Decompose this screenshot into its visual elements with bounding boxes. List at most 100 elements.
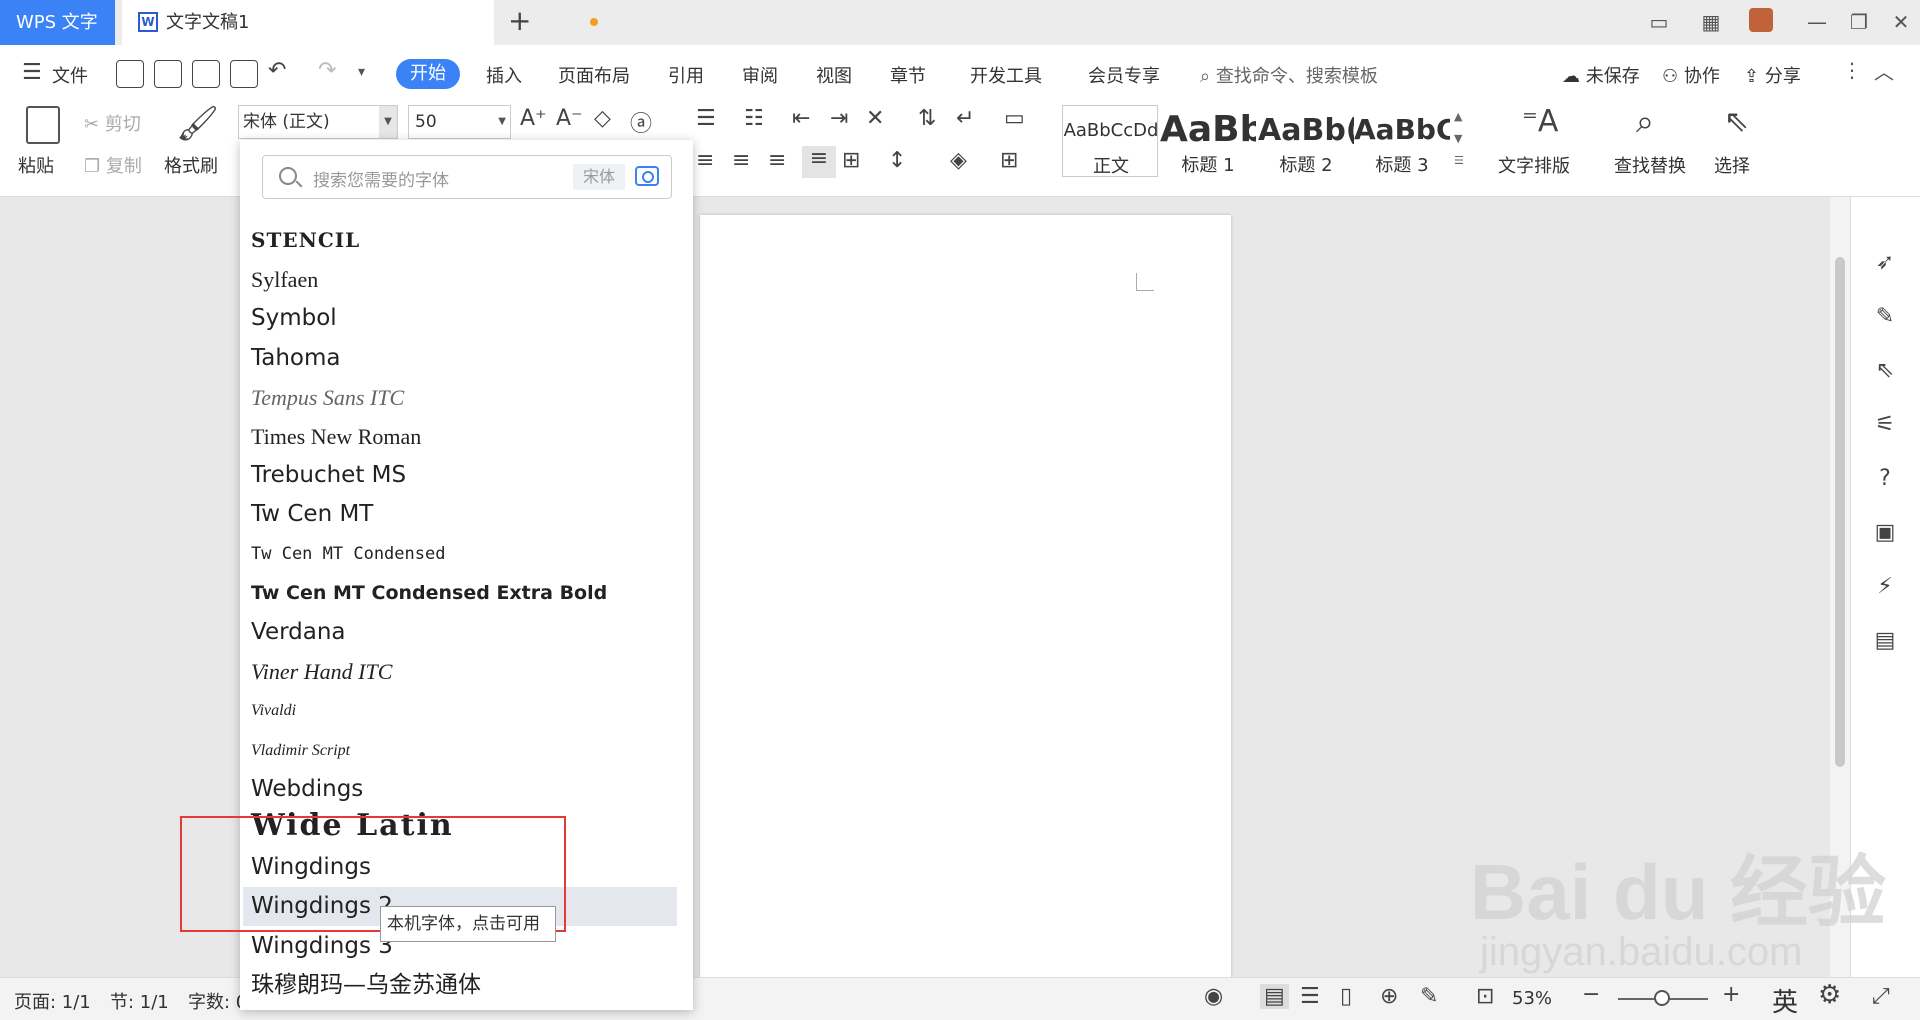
zoom-out-icon[interactable]: − bbox=[1582, 982, 1600, 1007]
decrease-indent-icon[interactable]: ⇤ bbox=[792, 106, 810, 131]
font-size-select[interactable]: 50 ▼ bbox=[408, 105, 511, 139]
camera-icon[interactable] bbox=[635, 166, 659, 186]
numbered-list-icon[interactable]: ☷ bbox=[744, 106, 764, 131]
find-replace-icon[interactable]: ⌕ bbox=[1636, 102, 1654, 141]
increase-indent-icon[interactable]: ⇥ bbox=[830, 106, 848, 131]
sliders-icon[interactable]: ⚟ bbox=[1872, 412, 1898, 438]
shading-icon[interactable]: ◈ bbox=[950, 148, 967, 173]
grid-icon[interactable]: ▦ bbox=[1694, 8, 1728, 36]
zoom-level[interactable]: 53% bbox=[1512, 988, 1552, 1009]
align-right-icon[interactable]: ≡ bbox=[768, 148, 786, 173]
more-icon[interactable]: ⋮ bbox=[1842, 58, 1862, 82]
lightning-icon[interactable]: ⚡ bbox=[1872, 574, 1898, 600]
eye-protect-icon[interactable]: ◉ bbox=[1204, 984, 1223, 1009]
redo-icon[interactable]: ↷ bbox=[318, 58, 336, 83]
grow-font-icon[interactable]: A⁺ bbox=[520, 106, 547, 131]
status-words[interactable]: 字数: 0 bbox=[188, 988, 242, 1014]
status-page[interactable]: 页面: 1/1 bbox=[14, 988, 91, 1014]
menu-file[interactable]: 文件 bbox=[52, 62, 88, 88]
menu-review[interactable]: 审阅 bbox=[742, 62, 778, 88]
pointer-icon[interactable]: ⇖ bbox=[1872, 358, 1898, 384]
style-heading2[interactable]: AaBb( 标题 2 bbox=[1258, 105, 1354, 177]
font-name-arrow-icon[interactable]: ▼ bbox=[379, 106, 397, 138]
save-icon[interactable] bbox=[116, 60, 144, 88]
fullscreen-icon[interactable]: ⤢ bbox=[1872, 984, 1890, 1009]
font-list-item[interactable]: Verdana bbox=[243, 613, 677, 652]
restore-icon[interactable]: ❐ bbox=[1842, 8, 1876, 36]
new-tab-button[interactable]: + bbox=[508, 4, 531, 37]
style-heading3[interactable]: AaBbC 标题 3 bbox=[1354, 105, 1450, 177]
share-button[interactable]: ⇪ 分享 bbox=[1744, 62, 1801, 88]
ime-indicator[interactable]: 英 bbox=[1772, 982, 1798, 1019]
outline-view-icon[interactable]: ☰ bbox=[1300, 984, 1320, 1009]
bullet-list-icon[interactable]: ☰ bbox=[696, 106, 716, 131]
select-cursor-icon[interactable]: ⇖ bbox=[1724, 104, 1749, 139]
tab-wps-home[interactable]: WPS 文字 bbox=[0, 0, 115, 45]
help-icon[interactable]: ? bbox=[1872, 466, 1898, 492]
paste-button[interactable]: 粘贴 bbox=[18, 152, 54, 178]
font-list-item[interactable]: Vladimir Script bbox=[243, 731, 677, 770]
font-search-input[interactable]: 搜索您需要的字体 宋体 bbox=[262, 155, 672, 199]
format-painter-button[interactable]: 格式刷 bbox=[164, 152, 218, 178]
ruler-icon[interactable]: ▭ bbox=[1004, 106, 1025, 131]
unsaved-button[interactable]: ☁ 未保存 bbox=[1562, 62, 1640, 88]
font-list-item[interactable]: Tw Cen MT bbox=[243, 495, 677, 534]
write-mode-icon[interactable]: ✎ bbox=[1420, 984, 1438, 1009]
image-tool-icon[interactable]: ▣ bbox=[1872, 520, 1898, 546]
sort-icon[interactable]: ⇅ bbox=[918, 106, 936, 131]
status-section[interactable]: 节: 1/1 bbox=[110, 988, 169, 1014]
document-page[interactable] bbox=[700, 215, 1231, 1020]
font-list-item[interactable]: Tw Cen MT Condensed bbox=[243, 535, 677, 574]
menu-developer[interactable]: 开发工具 bbox=[970, 62, 1042, 88]
font-list-item[interactable]: Tahoma bbox=[243, 339, 677, 378]
undo-icon[interactable]: ↶ bbox=[268, 58, 286, 83]
print-preview-icon[interactable] bbox=[230, 60, 258, 88]
menu-home[interactable]: 开始 bbox=[396, 59, 460, 89]
shrink-font-icon[interactable]: A⁻ bbox=[556, 106, 583, 131]
show-marks-icon[interactable]: ↵ bbox=[956, 106, 974, 131]
line-spacing-icon[interactable]: ↕ bbox=[888, 148, 906, 173]
layout-icon[interactable]: ▭ bbox=[1642, 8, 1676, 36]
menu-insert[interactable]: 插入 bbox=[486, 62, 522, 88]
avatar[interactable] bbox=[1744, 8, 1778, 36]
font-list-item[interactable]: Viner Hand ITC bbox=[243, 652, 677, 691]
scrollbar-thumb[interactable] bbox=[1835, 257, 1845, 767]
copy-button[interactable]: ❐ 复制 bbox=[84, 152, 142, 178]
font-list-item[interactable]: Symbol bbox=[243, 299, 677, 338]
font-list-item[interactable]: Tw Cen MT Condensed Extra Bold bbox=[243, 574, 677, 613]
format-painter-icon[interactable]: 🖌 bbox=[176, 104, 219, 144]
rocket-icon[interactable]: ➶ bbox=[1872, 250, 1898, 276]
font-list-item[interactable]: Webdings bbox=[243, 770, 677, 809]
font-list-item[interactable]: Sylfaen bbox=[243, 260, 677, 299]
reading-view-icon[interactable]: ▯ bbox=[1340, 984, 1352, 1009]
font-list-item[interactable]: 珠穆朗玛—乌金苏通体 bbox=[243, 966, 677, 1005]
style-heading1[interactable]: AaBb 标题 1 bbox=[1160, 105, 1256, 177]
tab-document[interactable]: W 文字文稿1 bbox=[122, 0, 598, 45]
paste-icon[interactable] bbox=[26, 106, 60, 144]
hamburger-icon[interactable]: ☰ bbox=[22, 60, 42, 85]
command-search[interactable]: ⌕ 查找命令、搜索模板 bbox=[1200, 62, 1378, 88]
font-search-chip[interactable]: 宋体 bbox=[573, 164, 625, 190]
close-icon[interactable]: ✕ bbox=[1884, 8, 1918, 36]
text-layout-button[interactable]: 文字排版 bbox=[1498, 152, 1570, 178]
collab-button[interactable]: ⚇ 协作 bbox=[1662, 62, 1720, 88]
font-list-item[interactable]: Tempus Sans ITC bbox=[243, 378, 677, 417]
pen-icon[interactable]: ✎ bbox=[1872, 304, 1898, 330]
settings-gear-icon[interactable]: ⚙ bbox=[1818, 980, 1841, 1010]
quick-access-more-icon[interactable]: ▾ bbox=[358, 64, 365, 80]
style-normal[interactable]: AaBbCcDd 正文 bbox=[1062, 105, 1158, 177]
justify-icon[interactable]: ≡ bbox=[802, 146, 836, 178]
page-view-icon[interactable]: ▤ bbox=[1260, 984, 1289, 1009]
menu-references[interactable]: 引用 bbox=[668, 62, 704, 88]
book-icon[interactable]: ▤ bbox=[1872, 628, 1898, 654]
font-list-item[interactable]: STENCIL bbox=[243, 221, 677, 260]
export-icon[interactable] bbox=[154, 60, 182, 88]
font-list-item[interactable]: Vivaldi bbox=[243, 691, 677, 730]
menu-view[interactable]: 视图 bbox=[816, 62, 852, 88]
font-name-select[interactable]: 宋体 (正文) ▼ bbox=[238, 105, 398, 139]
clear-format-icon[interactable]: ◇ bbox=[594, 106, 611, 131]
collapse-ribbon-icon[interactable]: ︿ bbox=[1874, 56, 1894, 85]
align-center-icon[interactable]: ≡ bbox=[732, 148, 750, 173]
font-size-arrow-icon[interactable]: ▼ bbox=[498, 106, 506, 138]
menu-page-layout[interactable]: 页面布局 bbox=[558, 62, 630, 88]
